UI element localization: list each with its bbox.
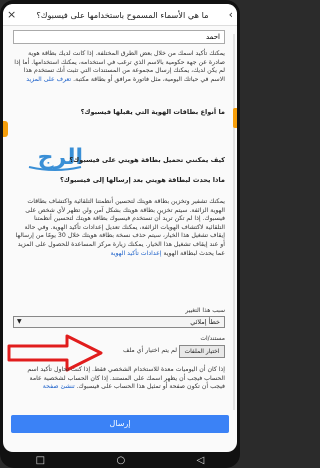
choose-files-button[interactable]: اختيار الملفات: [179, 345, 225, 358]
faq-after-send[interactable]: ماذا يحدث لبطاقة هويتي بعد إرسالها إلى ف…: [13, 176, 225, 185]
phone-frame: × ما هي الأسماء المسموح باستخدامها على ف…: [0, 0, 240, 468]
learn-more-link[interactable]: تعرف على المزيد: [26, 76, 71, 83]
side-tab-right[interactable]: [233, 108, 237, 128]
reason-label: سبب هذا التغيير: [185, 307, 225, 314]
submit-button[interactable]: إرسال: [11, 415, 229, 433]
top-bar: × ما هي الأسماء المسموح باستخدامها على ف…: [3, 4, 237, 26]
back-icon[interactable]: ‹: [229, 8, 233, 21]
intro-text: يمكنك تأكيد اسمك من خلال بعض الطرق المخت…: [14, 50, 225, 83]
reason-select[interactable]: ▼ خطأ إملائي: [13, 316, 225, 328]
id-settings-link[interactable]: إعدادات تأكيد الهوية: [111, 250, 162, 257]
faq-id-types[interactable]: ما أنواع بطاقات الهوية التي يقبلها فيسبو…: [13, 108, 225, 117]
back-nav-icon[interactable]: ◁: [197, 455, 205, 466]
page-title: ما هي الأسماء المسموح باستخدامها على فيس…: [36, 9, 209, 20]
system-nav-bar: □ ○ ◁: [0, 452, 240, 468]
name-input[interactable]: احمد: [13, 30, 225, 44]
footer-note: إذا كان أن اليوميات معدة للاستخدام الشخص…: [27, 366, 225, 391]
create-page-link[interactable]: تنشئ صفحة: [43, 383, 75, 390]
screen: × ما هي الأسماء المسموح باستخدامها على ف…: [3, 4, 237, 452]
dropdown-arrow-icon: ▼: [17, 318, 22, 325]
faq-upload-id[interactable]: كيف يمكنني تحميل بطاقة هويتي على فيسبوك؟: [13, 156, 225, 165]
close-icon[interactable]: ×: [7, 8, 16, 21]
side-tab-left[interactable]: [3, 121, 8, 137]
body-text: يمكنك تشفير وتخزين بطاقة هويتك لتحسين أن…: [15, 198, 225, 257]
recent-apps-icon[interactable]: □: [36, 455, 45, 466]
file-status: لم يتم اختيار أي ملف: [122, 347, 177, 354]
scrollbar[interactable]: [233, 34, 235, 410]
home-icon[interactable]: ○: [116, 455, 125, 466]
